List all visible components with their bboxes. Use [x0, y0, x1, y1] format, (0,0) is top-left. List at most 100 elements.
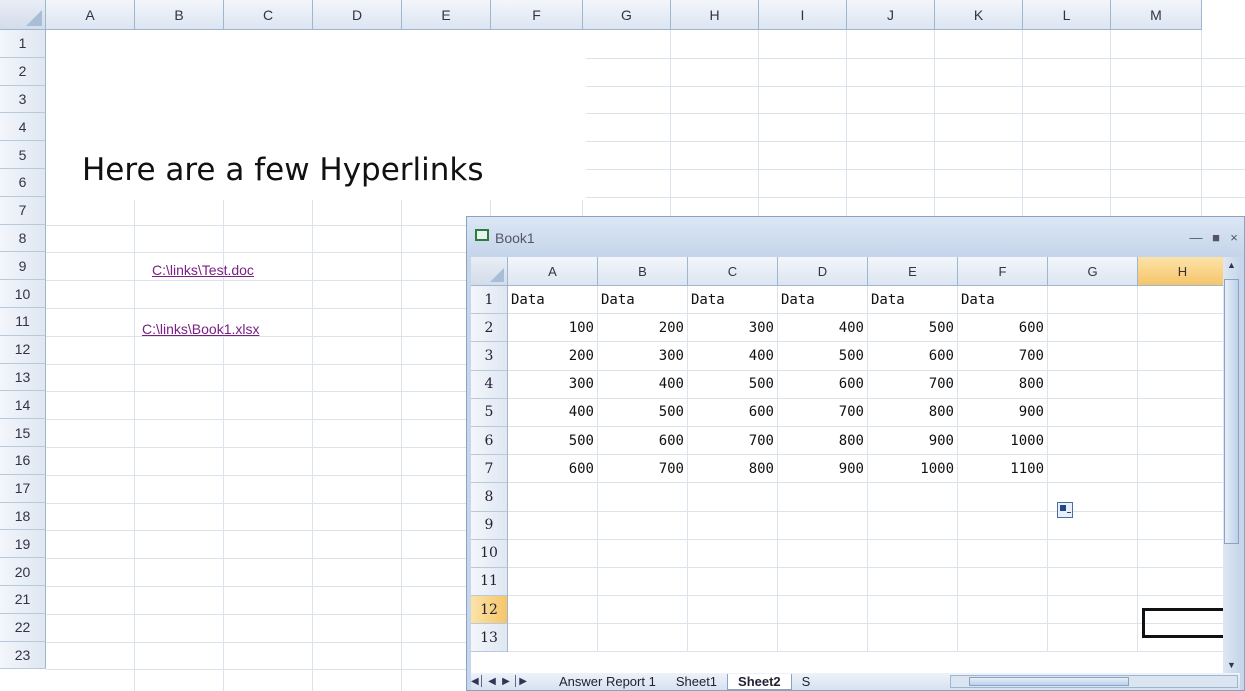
inner-row-header[interactable]: 5	[471, 398, 508, 427]
table-cell[interactable]: 700	[688, 426, 778, 456]
table-cell[interactable]	[688, 596, 778, 625]
table-cell[interactable]	[868, 483, 958, 512]
inner-row-header[interactable]: 10	[471, 539, 508, 568]
scroll-down-icon[interactable]: ▼	[1223, 657, 1240, 673]
table-cell[interactable]: 1000	[958, 426, 1048, 456]
inner-row-header[interactable]: 4	[471, 370, 508, 399]
table-cell[interactable]: 600	[868, 342, 958, 371]
table-cell[interactable]: 700	[778, 398, 868, 427]
table-cell[interactable]	[508, 539, 598, 568]
table-cell[interactable]: 800	[958, 370, 1048, 399]
inner-row-header[interactable]: 2	[471, 314, 508, 343]
outer-row-header[interactable]: 6	[0, 168, 46, 197]
table-cell[interactable]: Data	[688, 286, 778, 315]
table-cell[interactable]: 800	[868, 398, 958, 427]
inner-row-header[interactable]: 8	[471, 483, 508, 512]
close-icon[interactable]: ×	[1223, 227, 1245, 247]
table-cell[interactable]: 1000	[868, 455, 958, 484]
select-all-corner[interactable]	[0, 0, 46, 30]
outer-row-header[interactable]: 19	[0, 530, 46, 559]
table-cell[interactable]	[868, 596, 958, 625]
table-cell[interactable]: 200	[508, 342, 598, 371]
outer-col-header[interactable]: K	[935, 0, 1023, 30]
table-cell[interactable]	[868, 624, 958, 653]
inner-row-header[interactable]: 7	[471, 455, 508, 484]
table-cell[interactable]: Data	[868, 286, 958, 315]
next-sheet-icon[interactable]: ▶	[499, 676, 513, 687]
table-cell[interactable]	[1138, 512, 1223, 540]
outer-row-header[interactable]: 20	[0, 558, 46, 586]
window-titlebar[interactable]: Book1 — ■ ×	[467, 217, 1244, 257]
inner-col-header[interactable]: E	[868, 257, 958, 286]
table-cell[interactable]: 400	[598, 370, 688, 399]
table-cell[interactable]	[508, 511, 598, 540]
tab-sheet1[interactable]: Sheet1	[666, 674, 727, 689]
table-cell[interactable]	[508, 624, 598, 653]
table-cell[interactable]	[958, 539, 1048, 568]
table-cell[interactable]	[598, 511, 688, 540]
table-cell[interactable]	[958, 596, 1048, 625]
table-cell[interactable]: Data	[958, 286, 1048, 315]
table-cell[interactable]	[1048, 624, 1138, 653]
table-cell[interactable]	[1048, 455, 1138, 484]
table-cell[interactable]	[1138, 483, 1223, 512]
outer-col-header[interactable]: D	[313, 0, 402, 30]
outer-col-header[interactable]: A	[46, 0, 135, 30]
outer-row-header[interactable]: 22	[0, 613, 46, 642]
outer-col-header[interactable]: L	[1023, 0, 1111, 30]
active-cell-selection[interactable]	[1142, 608, 1223, 638]
table-cell[interactable]	[1048, 370, 1138, 399]
table-cell[interactable]: 300	[688, 314, 778, 343]
vertical-scroll-thumb[interactable]	[1224, 279, 1239, 544]
table-cell[interactable]: 300	[508, 370, 598, 399]
outer-row-header[interactable]: 2	[0, 57, 46, 86]
outer-col-header[interactable]: I	[759, 0, 847, 30]
outer-row-header[interactable]: 23	[0, 641, 46, 670]
table-cell[interactable]	[868, 567, 958, 597]
table-cell[interactable]	[688, 539, 778, 568]
tab-answer-report-1[interactable]: Answer Report 1	[549, 674, 666, 689]
outer-col-header[interactable]: G	[583, 0, 671, 30]
outer-col-header[interactable]: M	[1111, 0, 1202, 30]
inner-row-header[interactable]: 1	[471, 286, 508, 315]
inner-col-header[interactable]: C	[688, 257, 778, 286]
inner-col-header[interactable]: H	[1138, 257, 1223, 286]
outer-col-header[interactable]: H	[671, 0, 759, 30]
table-cell[interactable]	[1048, 596, 1138, 625]
outer-row-header[interactable]: 1	[0, 30, 46, 58]
table-cell[interactable]	[598, 539, 688, 568]
table-cell[interactable]	[1048, 342, 1138, 371]
table-cell[interactable]	[778, 624, 868, 653]
table-cell[interactable]	[598, 567, 688, 597]
table-cell[interactable]: 300	[598, 342, 688, 371]
table-cell[interactable]	[1138, 427, 1223, 456]
inner-col-header[interactable]: B	[598, 257, 688, 286]
horizontal-scroll-thumb[interactable]	[969, 677, 1129, 686]
inner-select-all-corner[interactable]	[471, 257, 508, 286]
table-cell[interactable]	[1048, 286, 1138, 315]
table-cell[interactable]: 900	[868, 426, 958, 456]
table-cell[interactable]	[1048, 539, 1138, 568]
inner-col-header[interactable]: G	[1048, 257, 1138, 286]
outer-row-header[interactable]: 7	[0, 196, 46, 225]
table-cell[interactable]	[958, 511, 1048, 540]
outer-row-header[interactable]: 3	[0, 85, 46, 114]
outer-row-header[interactable]: 10	[0, 280, 46, 308]
table-cell[interactable]: 600	[778, 370, 868, 399]
prev-sheet-icon[interactable]: ◀	[485, 676, 499, 687]
table-cell[interactable]: 1100	[958, 455, 1048, 484]
table-cell[interactable]	[778, 511, 868, 540]
table-cell[interactable]	[1048, 567, 1138, 597]
outer-col-header[interactable]: E	[402, 0, 491, 30]
outer-row-header[interactable]: 21	[0, 585, 46, 614]
table-cell[interactable]	[1048, 398, 1138, 427]
table-cell[interactable]: 200	[598, 314, 688, 343]
table-cell[interactable]: 700	[598, 455, 688, 484]
vertical-scrollbar[interactable]: ▲ ▼	[1223, 257, 1240, 673]
table-cell[interactable]	[868, 511, 958, 540]
outer-col-header[interactable]: F	[491, 0, 583, 30]
table-cell[interactable]	[688, 483, 778, 512]
table-cell[interactable]	[1138, 455, 1223, 484]
tab-sheet2[interactable]: Sheet2	[727, 673, 792, 690]
table-cell[interactable]: 800	[688, 455, 778, 484]
